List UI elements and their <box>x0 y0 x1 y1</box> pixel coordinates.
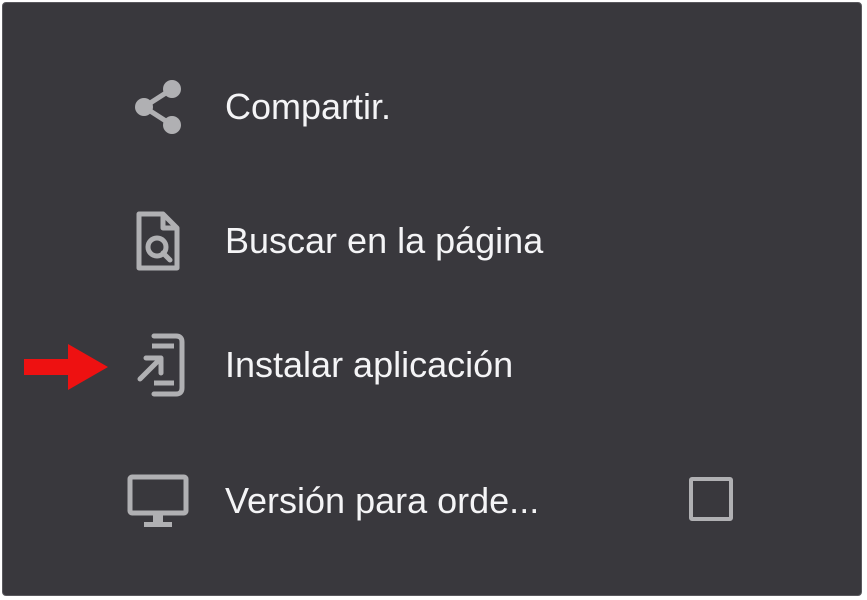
desktop-icon <box>123 471 193 531</box>
desktop-site-checkbox[interactable] <box>689 477 733 521</box>
menu-item-label: Instalar aplicación <box>225 344 514 385</box>
share-icon <box>123 77 193 137</box>
red-arrow-annotation-icon <box>24 344 108 390</box>
menu-item-label: Versión para orde... <box>225 480 540 521</box>
menu-item-label: Compartir. <box>225 86 392 127</box>
menu-item-desktop-site[interactable]: Versión para orde... <box>3 459 861 539</box>
install-app-icon <box>123 333 193 397</box>
menu-item-share[interactable]: Compartir. <box>3 65 861 145</box>
find-in-page-icon <box>123 211 193 271</box>
menu-item-find-in-page[interactable]: Buscar en la página <box>3 199 861 279</box>
overflow-menu: Compartir. Buscar en la página Instalar … <box>2 2 862 596</box>
menu-item-label: Buscar en la página <box>225 220 544 261</box>
menu-item-install-app[interactable]: Instalar aplicación <box>3 323 861 403</box>
